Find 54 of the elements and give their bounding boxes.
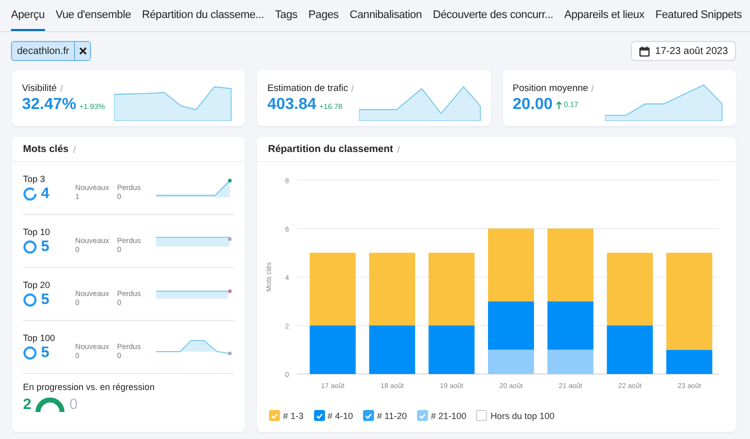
- improved-count: 2: [23, 396, 32, 413]
- domain-label: decathlon.fr: [16, 44, 70, 58]
- legend-item[interactable]: # 21-100: [416, 410, 466, 421]
- ring-icon: [23, 346, 37, 360]
- metric-value: 20.00: [512, 96, 553, 114]
- info-icon: [60, 84, 63, 92]
- nav-tab[interactable]: Vue d'ensemble: [56, 0, 131, 31]
- legend-checkbox[interactable]: [476, 410, 488, 421]
- nav-tab[interactable]: Découverte des concurr...: [432, 0, 554, 31]
- keyword-count: 5: [41, 238, 50, 255]
- keyword-count: 5: [41, 344, 50, 361]
- up-arrow-icon: [556, 100, 562, 108]
- close-icon: [78, 47, 87, 55]
- nav-tab[interactable]: Tags: [274, 0, 298, 31]
- legend-checkbox[interactable]: [363, 410, 374, 421]
- date-range-button[interactable]: 17-23 août 2023: [631, 41, 736, 61]
- card-title: Répartition du classement: [268, 144, 394, 154]
- keyword-count: 4: [41, 185, 50, 202]
- metric-label: Estimation de trafic: [267, 82, 348, 94]
- metric-label: Position moyenne: [512, 82, 588, 94]
- declined-count: 0: [69, 396, 78, 413]
- ring-icon: [23, 292, 37, 306]
- legend-item[interactable]: # 11-20: [363, 410, 407, 421]
- nav-tab[interactable]: Featured Snippets: [655, 0, 742, 31]
- legend-checkbox[interactable]: [416, 410, 428, 421]
- info-icon: [72, 146, 76, 152]
- keyword-group-label: Top 100: [23, 333, 56, 343]
- nav-tab[interactable]: Appareils et lieux: [564, 0, 644, 31]
- calendar-icon: [639, 46, 650, 56]
- legend-item[interactable]: Hors du top 100: [476, 410, 554, 421]
- keyword-group-label: Top 3: [23, 174, 46, 184]
- info-icon: [591, 84, 594, 92]
- nav-tab[interactable]: Cannibalisation: [350, 0, 422, 31]
- nav-tab[interactable]: Aperçu: [11, 0, 45, 31]
- legend-checkbox[interactable]: [269, 410, 280, 421]
- keyword-count: 5: [41, 291, 50, 308]
- nav-tab[interactable]: Répartition du classeme...: [142, 0, 264, 31]
- ring-icon: [23, 240, 37, 254]
- legend-item[interactable]: # 4-10: [314, 410, 354, 421]
- ring-icon: [23, 186, 37, 200]
- keyword-group-label: Top 20: [23, 280, 52, 290]
- keyword-group-label: Top 10: [23, 227, 52, 237]
- card-title: Mots clés: [23, 144, 69, 154]
- metric-label: Visibilité: [22, 82, 57, 94]
- info-icon: [397, 146, 400, 152]
- metric-value: 32.47%: [22, 96, 76, 114]
- gauge-icon: [35, 397, 66, 413]
- legend-checkbox[interactable]: [314, 410, 325, 421]
- remove-button[interactable]: [74, 42, 90, 60]
- nav-tab[interactable]: Pages: [308, 0, 339, 31]
- info-icon: [351, 84, 354, 92]
- metric-value: 403.84: [267, 96, 316, 114]
- section-label: En progression vs. en régression: [23, 382, 156, 392]
- legend-item[interactable]: # 1-3: [269, 410, 304, 421]
